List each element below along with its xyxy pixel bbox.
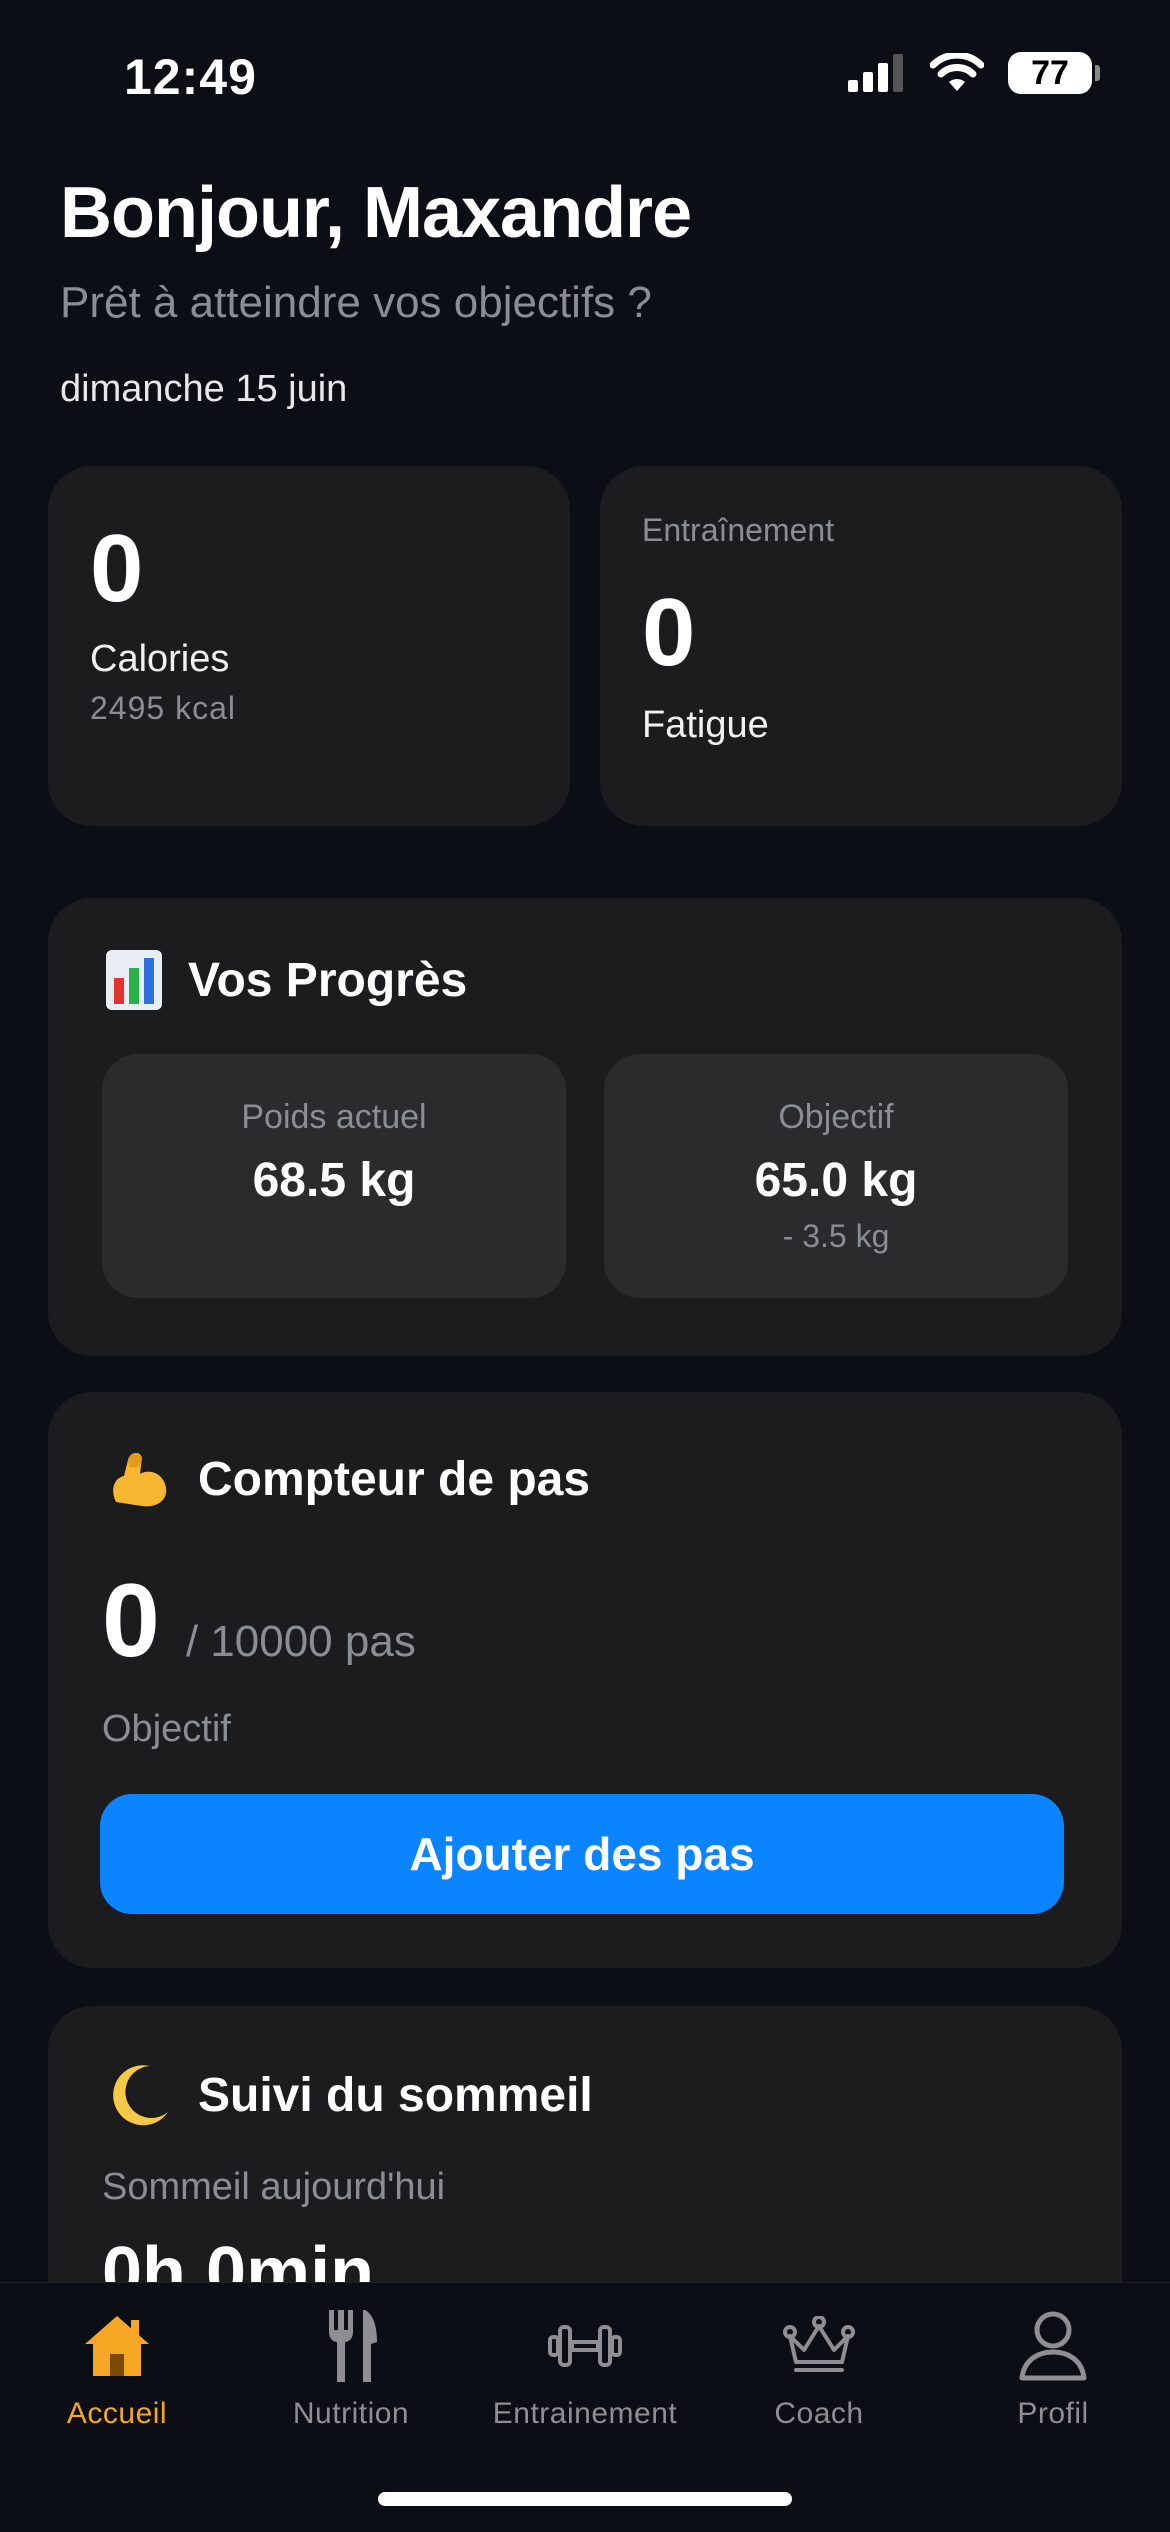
add-steps-button[interactable]: Ajouter des pas xyxy=(100,1794,1064,1914)
step-counter-card: Compteur de pas 0 / 10000 pas Objectif A… xyxy=(48,1392,1122,1968)
person-icon xyxy=(1019,2311,1087,2381)
tab-label-entrainement: Entrainement xyxy=(492,2397,678,2430)
home-indicator[interactable] xyxy=(378,2492,792,2506)
calories-target: 2495 kcal xyxy=(90,690,236,726)
greeting-title: Bonjour, Maxandre xyxy=(60,173,692,253)
step-count-value: 0 xyxy=(102,1563,160,1679)
tab-label-coach: Coach xyxy=(774,2397,864,2430)
calories-card[interactable]: 0 Calories 2495 kcal xyxy=(48,466,570,826)
progress-title: Vos Progrès xyxy=(188,953,468,1007)
calories-label: Calories xyxy=(90,638,230,680)
bar-chart-icon xyxy=(106,950,162,1010)
crescent-moon-icon xyxy=(113,2065,168,2126)
calories-value: 0 xyxy=(90,515,144,622)
fatigue-value: 0 xyxy=(642,579,696,686)
battery-indicator: 77 xyxy=(1008,52,1100,94)
greeting-subtitle: Prêt à atteindre vos objectifs ? xyxy=(60,278,652,327)
goal-weight-value: 65.0 kg xyxy=(754,1154,918,1207)
step-target: / 10000 pas xyxy=(185,1617,416,1666)
wifi-icon xyxy=(930,53,984,91)
status-icons: 77 xyxy=(848,52,1100,94)
status-bar: 12:49 77 xyxy=(0,0,1170,150)
step-goal-label: Objectif xyxy=(102,1708,231,1750)
step-counter-title: Compteur de pas xyxy=(198,1452,591,1506)
tab-entrainement[interactable]: Entrainement xyxy=(468,2301,702,2431)
fork-knife-icon xyxy=(329,2310,377,2382)
tab-accueil[interactable]: Accueil xyxy=(0,2301,234,2431)
current-date: dimanche 15 juin xyxy=(60,368,348,410)
training-card[interactable]: Entraînement 0 Fatigue xyxy=(600,466,1122,826)
status-time: 12:49 xyxy=(124,49,257,105)
tab-label-nutrition: Nutrition xyxy=(292,2397,410,2430)
progress-card: Vos Progrès Poids actuel 68.5 kg Objecti… xyxy=(48,898,1122,1356)
current-weight-value: 68.5 kg xyxy=(252,1154,416,1207)
dumbbell-icon xyxy=(548,2325,622,2367)
goal-weight-label: Objectif xyxy=(778,1098,894,1136)
goal-weight-difference: - 3.5 kg xyxy=(782,1218,890,1254)
tab-label-profil: Profil xyxy=(1017,2397,1089,2430)
tab-nutrition[interactable]: Nutrition xyxy=(234,2301,468,2431)
crown-icon xyxy=(783,2316,855,2372)
training-label: Entraînement xyxy=(642,512,835,548)
home-icon xyxy=(85,2316,149,2376)
goal-weight-box: Objectif 65.0 kg - 3.5 kg xyxy=(604,1054,1068,1298)
tab-profil[interactable]: Profil xyxy=(936,2301,1170,2431)
tab-label-accueil: Accueil xyxy=(66,2397,168,2430)
flexed-biceps-icon xyxy=(113,1452,167,1507)
current-weight-label: Poids actuel xyxy=(241,1098,427,1136)
current-weight-box: Poids actuel 68.5 kg xyxy=(102,1054,566,1298)
sleep-today-label: Sommeil aujourd'hui xyxy=(102,2166,446,2208)
signal-icon xyxy=(848,54,903,92)
fatigue-label: Fatigue xyxy=(642,704,769,746)
sleep-title: Suivi du sommeil xyxy=(198,2068,593,2122)
tab-coach[interactable]: Coach xyxy=(702,2301,936,2431)
